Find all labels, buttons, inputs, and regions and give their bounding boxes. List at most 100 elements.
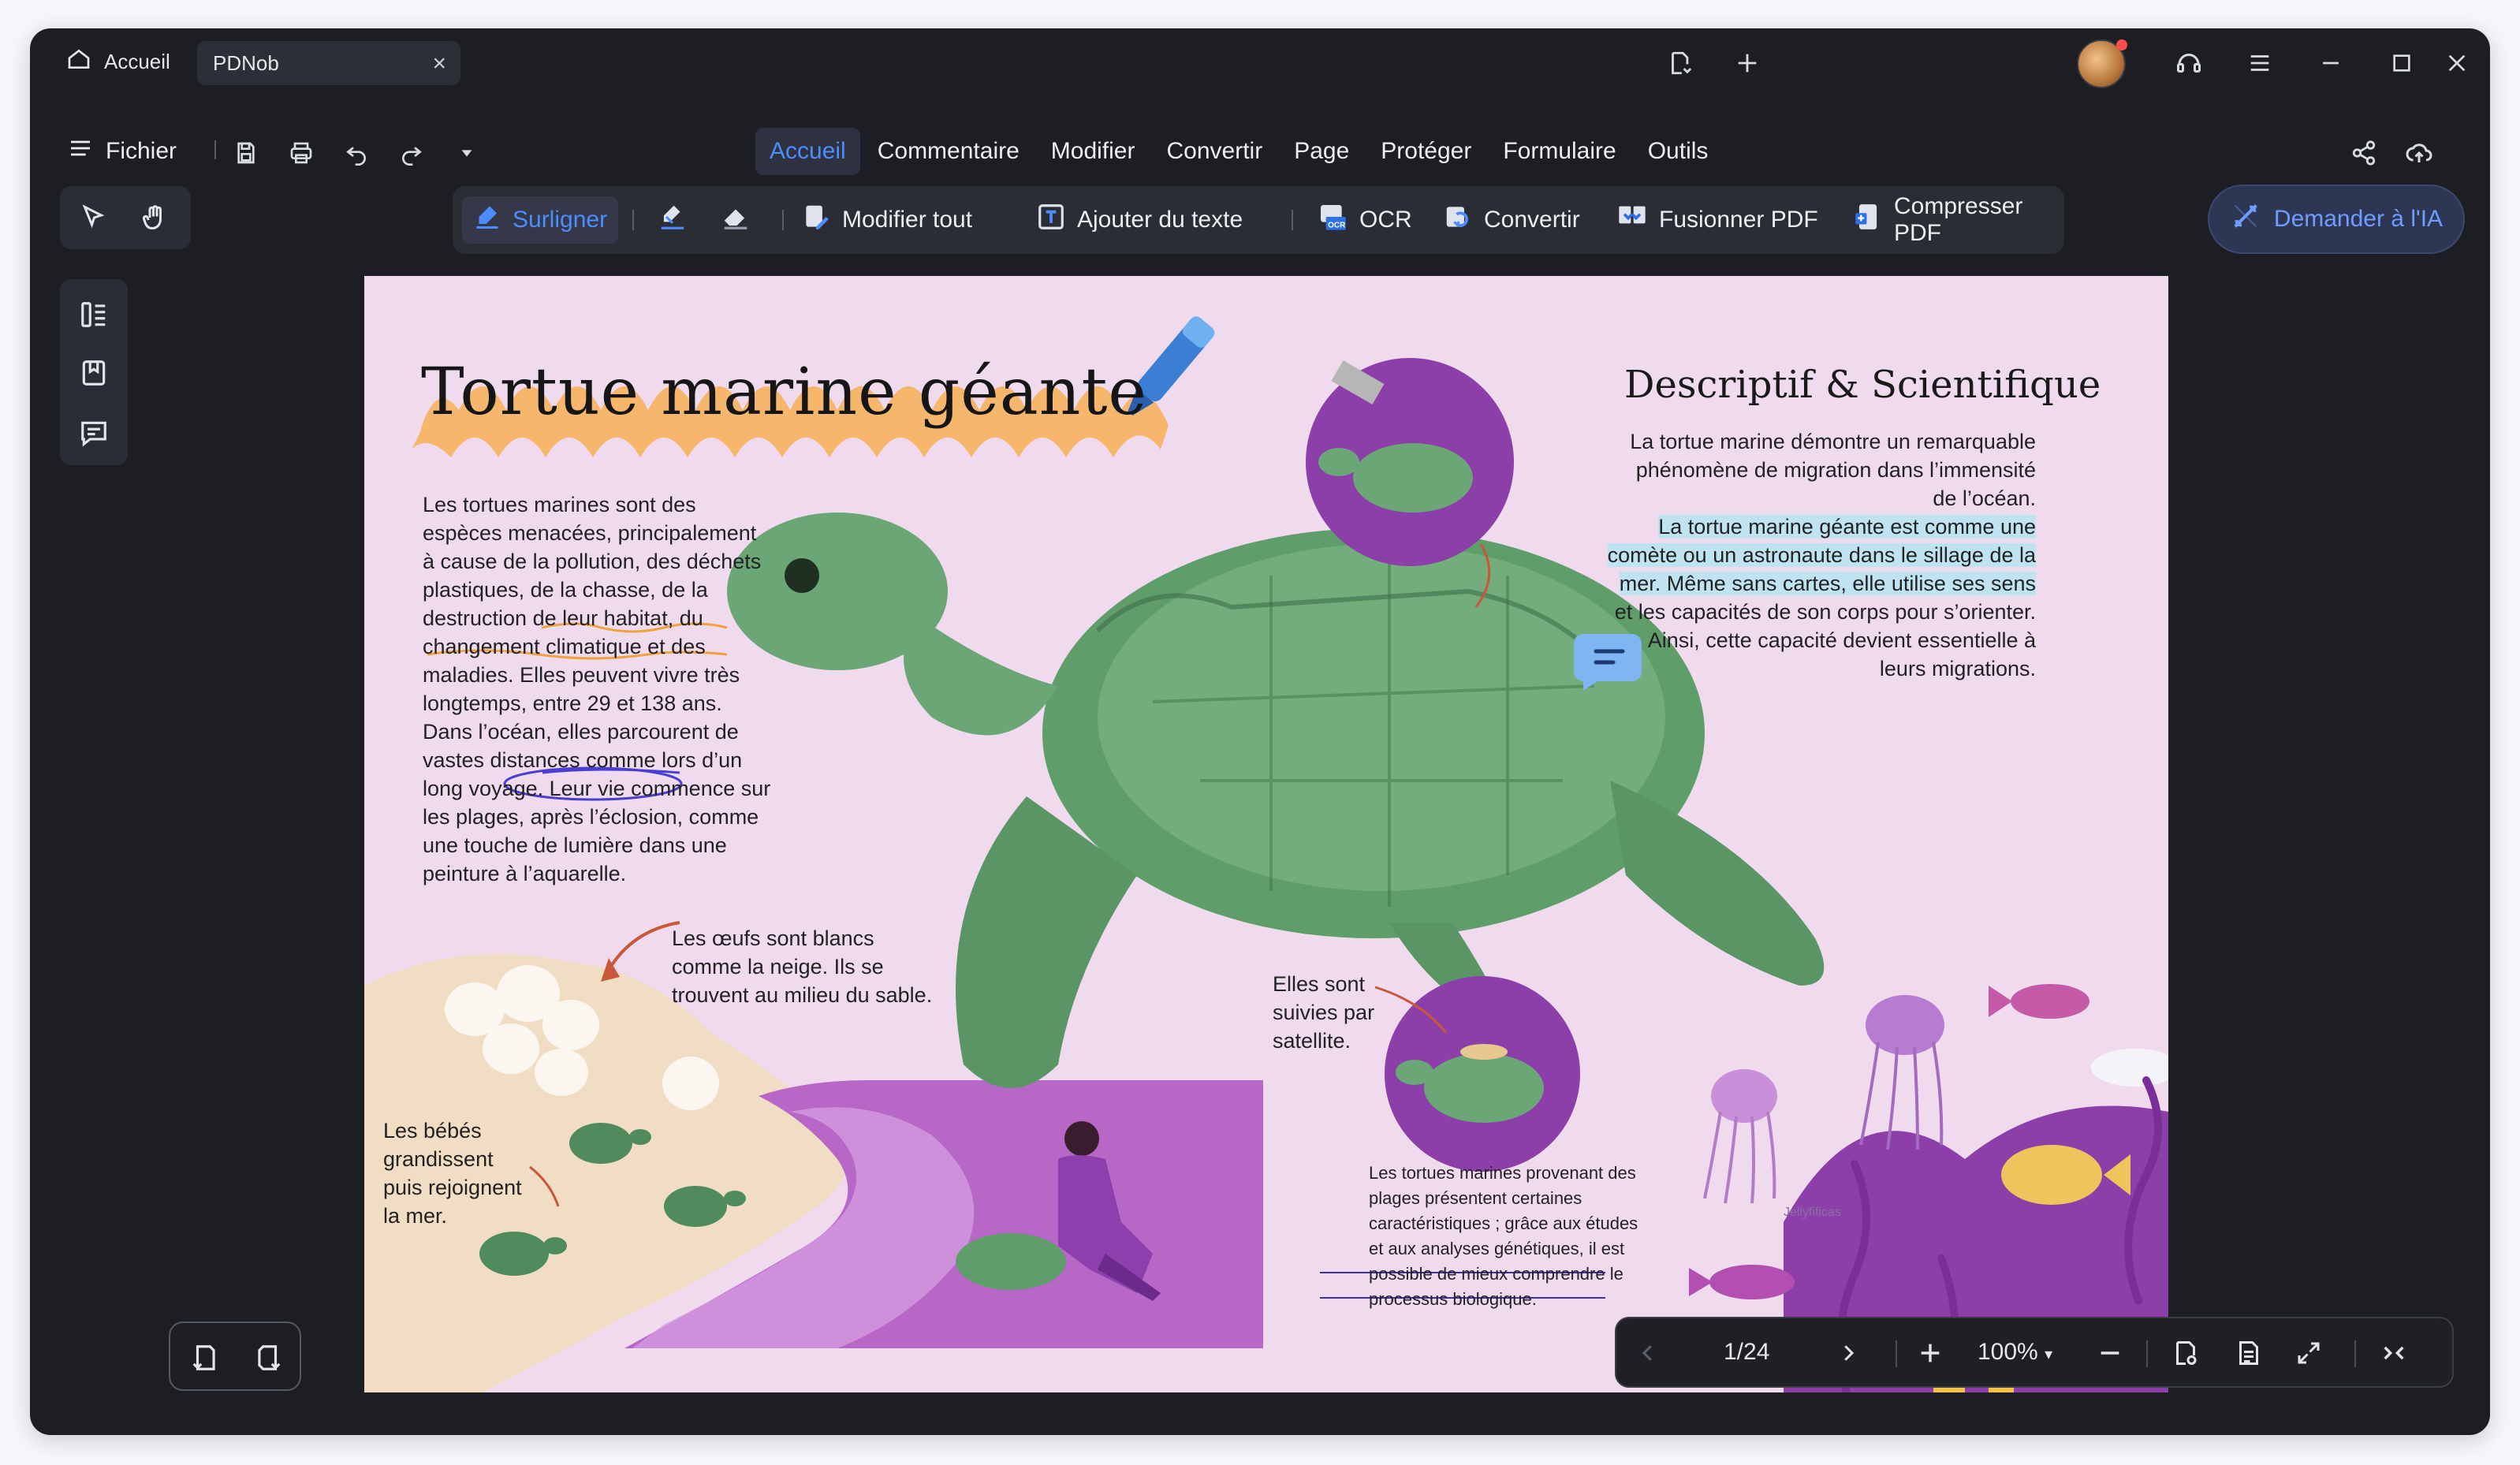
jellyfish-label: Jellyfificas [1784, 1206, 1841, 1219]
pdf-page[interactable]: Tortue marine géante Les tortues marines… [364, 276, 2168, 1392]
left-sidebar [60, 279, 128, 465]
highlighted-line[interactable]: La tortue marine géante est comme une [1658, 515, 2036, 539]
zoom-in-icon[interactable] [1913, 1336, 1948, 1370]
text-line: Dans l’océan, elles parcourent de [423, 720, 739, 744]
tab-proteger[interactable]: Protéger [1366, 128, 1486, 175]
tab-modifier[interactable]: Modifier [1037, 128, 1150, 175]
document-title: Tortue marine géante [421, 355, 1147, 430]
comment-icon[interactable] [76, 415, 112, 451]
babies-caption: Les bébés grandissent puis rejoignent la… [383, 1116, 557, 1230]
compress-label: Compresser PDF [1894, 193, 2023, 246]
support-icon[interactable] [2171, 46, 2206, 80]
text-line: Les œufs sont blancs [672, 926, 874, 950]
rotate-right-icon[interactable] [249, 1339, 287, 1377]
text-line: changement climatique et des [423, 635, 706, 658]
tab-page[interactable]: Page [1280, 128, 1363, 175]
redo-icon[interactable] [396, 137, 427, 169]
highlight-tool-label: Surligner [513, 207, 608, 233]
tab-accueil[interactable]: Accueil [755, 128, 860, 175]
highlighted-line[interactable]: mer. Même sans cartes, elle utilise ses … [1619, 572, 2036, 595]
divider [214, 140, 216, 159]
text-line: long voyage. Leur vie commence sur [423, 777, 771, 800]
upload-icon[interactable] [2403, 137, 2435, 169]
add-text-tool[interactable]: Ajouter du texte [1036, 196, 1243, 244]
page-icon[interactable] [2231, 1336, 2266, 1370]
ask-ai-label: Demander à l'IA [2273, 206, 2444, 232]
rotate-buttons [169, 1321, 301, 1391]
home-icon [66, 47, 91, 77]
cursor-icon[interactable] [76, 200, 110, 235]
bookmark-icon[interactable] [76, 355, 112, 391]
plus-icon[interactable] [1730, 46, 1765, 80]
page-indicator[interactable]: 1/24 [1724, 1339, 1769, 1366]
convert-icon [1443, 202, 1473, 238]
save-icon[interactable] [230, 137, 262, 169]
rotate-left-icon[interactable] [186, 1339, 224, 1377]
text-line: la mer. [383, 1204, 448, 1228]
text-line: maladies. Elles peuvent vivre très [423, 663, 740, 687]
ocr-icon: OCR [1317, 201, 1348, 239]
ask-ai-button[interactable]: Demander à l'IA [2208, 185, 2465, 254]
underline-tool[interactable] [658, 196, 688, 244]
zoom-value: 100% [1978, 1339, 2038, 1365]
close-icon[interactable]: × [432, 50, 446, 77]
highlight-tool[interactable]: Surligner [462, 196, 619, 244]
hand-icon[interactable] [137, 200, 172, 235]
sync-icon[interactable] [1662, 46, 1697, 80]
caret-icon[interactable] [451, 137, 483, 169]
tab-convertir[interactable]: Convertir [1152, 128, 1277, 175]
zoom-level[interactable]: 100% ▾ [1978, 1339, 2052, 1366]
divider [632, 210, 634, 230]
eraser-tool[interactable] [721, 196, 751, 244]
convert-label: Convertir [1484, 207, 1580, 233]
window-close-icon[interactable] [2440, 46, 2474, 80]
edit-icon [801, 202, 831, 238]
edit-all-tool[interactable]: Modifier tout [801, 196, 972, 244]
text-line: leurs migrations. [1879, 657, 2036, 680]
eggs-arrow [607, 921, 680, 971]
print-icon[interactable] [285, 137, 317, 169]
document-tab[interactable]: PDNob × [197, 41, 460, 85]
divider [782, 210, 784, 230]
text-line: processus biologique. [1369, 1289, 1537, 1309]
convert-tool[interactable]: Convertir [1443, 196, 1580, 244]
text-line: plastiques, de la chasse, de la [423, 578, 708, 602]
view-icon[interactable] [2168, 1336, 2203, 1370]
merge-tool[interactable]: Fusionner PDF [1616, 196, 1818, 244]
text-line: Ainsi, cette capacité devient essentiell… [1647, 628, 2036, 652]
highlighted-line[interactable]: comète ou un astronaute dans le sillage … [1607, 543, 2036, 567]
text-line: possible de mieux comprendre le [1369, 1264, 1623, 1284]
underline-icon [658, 202, 688, 238]
prev-icon[interactable] [1631, 1336, 1665, 1370]
tab-commentaire[interactable]: Commentaire [863, 128, 1034, 175]
compress-tool[interactable]: Compresser PDF [1853, 193, 2064, 246]
collapse-icon[interactable] [2376, 1336, 2411, 1370]
title-bar: Accueil PDNob × [30, 28, 2490, 96]
eraser-icon [721, 202, 751, 238]
undo-icon[interactable] [341, 137, 372, 169]
text-line: de l’océan. [1933, 486, 2036, 510]
text-line: longtemps, entre 29 et 138 ans. [423, 691, 722, 715]
genetic-paragraph: Les tortues marines provenant des plages… [1369, 1161, 1716, 1312]
tab-formulaire[interactable]: Formulaire [1489, 128, 1630, 175]
share-icon[interactable] [2348, 137, 2380, 169]
text-line: caractéristiques ; grâce aux études [1369, 1213, 1638, 1233]
svg-text:OCR: OCR [1328, 221, 1346, 229]
thumbnails-icon[interactable] [76, 296, 112, 333]
minimize-icon[interactable] [2313, 46, 2348, 80]
menu-icon[interactable] [2242, 46, 2277, 80]
file-menu[interactable]: Fichier [68, 136, 177, 167]
text-line: phénomène de migration dans l’immensité [1635, 458, 2036, 482]
fullscreen-icon[interactable] [2291, 1336, 2326, 1370]
next-icon[interactable] [1831, 1336, 1866, 1370]
app-window: Accueil PDNob × Fichier Accueil Commenta… [30, 28, 2490, 1435]
text-line: Les bébés [383, 1119, 482, 1143]
home-tab[interactable]: Accueil [66, 41, 170, 82]
zoom-out-icon[interactable] [2093, 1336, 2127, 1370]
home-tab-label: Accueil [104, 49, 170, 73]
ocr-tool[interactable]: OCR OCR [1317, 196, 1412, 244]
maximize-icon[interactable] [2384, 46, 2419, 80]
merge-label: Fusionner PDF [1659, 207, 1818, 233]
science-paragraph: La tortue marine démontre un remarquable… [1563, 427, 2036, 683]
tab-outils[interactable]: Outils [1634, 128, 1723, 175]
